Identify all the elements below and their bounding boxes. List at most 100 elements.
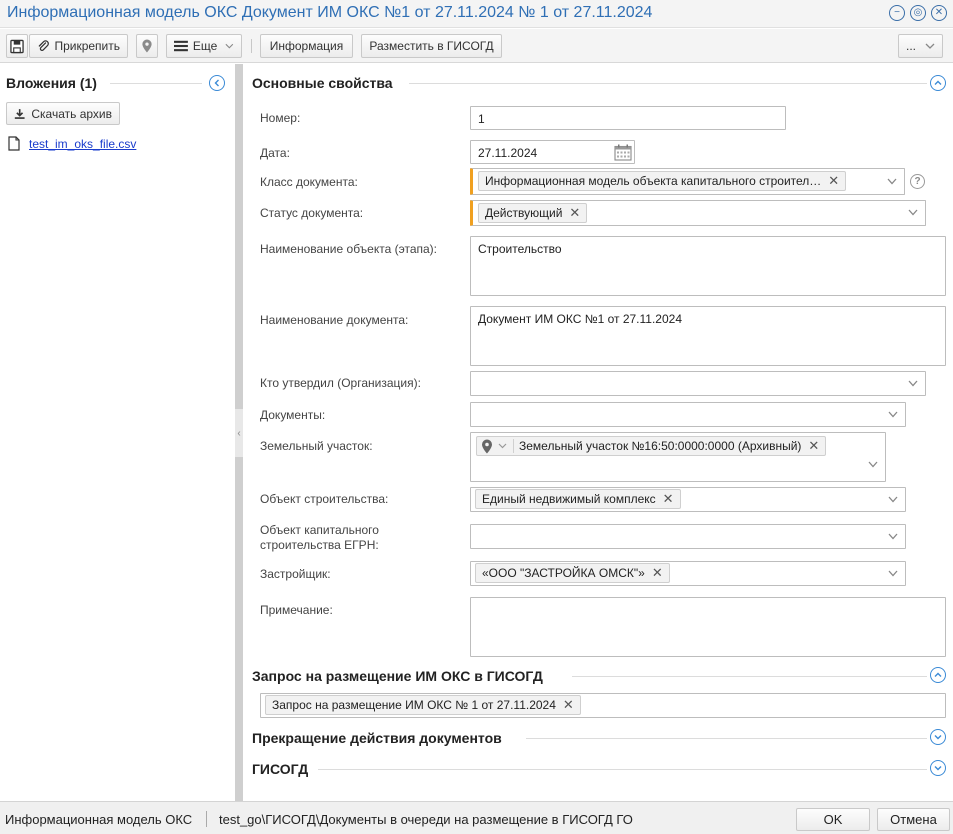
doc-status-value: Действующий [485, 206, 563, 220]
panel-splitter[interactable]: ‹ [235, 64, 243, 801]
restore-icon[interactable]: ◎ [910, 5, 926, 21]
map-pin-icon [142, 39, 152, 53]
section-divider [409, 83, 927, 84]
more-menu-button[interactable]: Еще [166, 34, 242, 58]
overflow-label: ... [906, 39, 917, 53]
chevron-down-icon[interactable] [888, 411, 898, 418]
note-textarea[interactable] [470, 597, 946, 657]
doc-class-tag: Информационная модель объекта капитально… [478, 171, 847, 191]
file-icon [8, 136, 20, 151]
documents-label: Документы: [260, 408, 326, 422]
remove-icon[interactable]: ✕ [808, 438, 819, 454]
close-icon[interactable]: ✕ [931, 5, 947, 21]
chevron-down-icon[interactable] [908, 380, 918, 387]
minimize-icon[interactable]: − [889, 5, 905, 21]
doc-status-tag: Действующий ✕ [478, 203, 588, 223]
developer-tag: «ООО "ЗАСТРОЙКА ОМСК"» ✕ [475, 563, 670, 583]
cancel-button[interactable]: Отмена [877, 808, 950, 831]
chevron-down-icon[interactable] [888, 570, 898, 577]
download-icon [14, 108, 25, 119]
land-plot-label: Земельный участок: [260, 439, 373, 453]
land-plot-tag: Земельный участок №16:50:0000:0000 (Архи… [476, 436, 827, 456]
attachment-link[interactable]: test_im_oks_file.csv [29, 137, 136, 151]
gisogd-section-title[interactable]: ГИСОГД [252, 761, 308, 777]
attachment-item[interactable]: test_im_oks_file.csv [8, 136, 136, 151]
collapse-panel-icon[interactable] [209, 75, 225, 91]
publish-gisogd-button[interactable]: Разместить в ГИСОГД [361, 34, 502, 58]
chevron-down-icon [925, 43, 935, 49]
calendar-icon[interactable] [614, 144, 632, 161]
date-label: Дата: [260, 146, 290, 160]
number-input[interactable]: 1 [470, 106, 786, 130]
doc-class-value: Информационная модель объекта капитально… [485, 174, 822, 188]
land-plot-select[interactable]: Земельный участок №16:50:0000:0000 (Архи… [470, 432, 886, 482]
developer-select[interactable]: «ООО "ЗАСТРОЙКА ОМСК"» ✕ [470, 561, 906, 586]
date-value: 27.11.2024 [478, 146, 538, 160]
chevron-down-icon[interactable] [888, 496, 898, 503]
status-path: test_go\ГИСОГД\Документы в очереди на ра… [219, 812, 633, 827]
expand-section-icon[interactable] [930, 760, 946, 776]
developer-value: «ООО "ЗАСТРОЙКА ОМСК"» [482, 566, 645, 580]
doc-name-value: Документ ИМ ОКС №1 от 27.11.2024 [478, 312, 682, 326]
note-label: Примечание: [260, 603, 333, 617]
section-divider [318, 769, 927, 770]
doc-class-label: Класс документа: [260, 175, 358, 189]
status-bar: Информационная модель ОКС test_go\ГИСОГД… [0, 801, 953, 834]
expand-section-icon[interactable] [930, 729, 946, 745]
section-main-title: Основные свойства [252, 75, 393, 91]
ok-button[interactable]: OK [796, 808, 870, 831]
more-label: Еще [192, 39, 218, 53]
save-button[interactable] [6, 34, 28, 58]
egrn-object-label: Объект капитального строительства ЕГРН: [260, 523, 379, 553]
egrn-object-label-line1: Объект капитального [260, 523, 379, 537]
information-button[interactable]: Информация [260, 34, 353, 58]
doc-status-select[interactable]: Действующий ✕ [470, 200, 926, 226]
remove-icon[interactable]: ✕ [563, 697, 574, 713]
chevron-down-icon[interactable] [908, 209, 918, 216]
location-button[interactable] [136, 34, 158, 58]
download-archive-button[interactable]: Скачать архив [6, 102, 120, 125]
land-plot-value: Земельный участок №16:50:0000:0000 (Архи… [513, 439, 801, 453]
attach-button[interactable]: Прикрепить [29, 34, 128, 58]
number-value: 1 [478, 112, 485, 126]
help-icon[interactable]: ? [910, 174, 925, 189]
toolbar: Прикрепить Еще Информация Разместить в Г… [0, 29, 953, 63]
doc-status-label: Статус документа: [260, 206, 364, 220]
attachments-divider [110, 83, 202, 84]
status-entity-type: Информационная модель ОКС [5, 812, 193, 827]
object-name-value: Строительство [478, 242, 562, 256]
chevron-down-icon[interactable] [498, 443, 507, 449]
splitter-grip-icon[interactable]: ‹ [235, 409, 243, 457]
chevron-down-icon[interactable] [888, 533, 898, 540]
object-name-label: Наименование объекта (этапа): [260, 242, 437, 256]
egrn-object-label-line2: строительства ЕГРН: [260, 538, 379, 552]
request-select[interactable]: Запрос на размещение ИМ ОКС № 1 от 27.11… [260, 693, 946, 718]
map-pin-icon[interactable] [481, 439, 493, 454]
chevron-down-icon[interactable] [887, 178, 897, 185]
status-divider [206, 811, 207, 827]
doc-name-textarea[interactable]: Документ ИМ ОКС №1 от 27.11.2024 [470, 306, 946, 366]
construction-object-select[interactable]: Единый недвижимый комплекс ✕ [470, 487, 906, 512]
window-title-bar: Информационная модель ОКС Документ ИМ ОК… [0, 0, 953, 28]
remove-icon[interactable]: ✕ [652, 565, 663, 581]
attachments-title: Вложения (1) [6, 75, 97, 91]
paperclip-icon [38, 40, 49, 51]
object-name-textarea[interactable]: Строительство [470, 236, 946, 296]
collapse-section-icon[interactable] [930, 75, 946, 91]
attach-label: Прикрепить [54, 39, 120, 53]
collapse-section-icon[interactable] [930, 667, 946, 683]
doc-class-select[interactable]: Информационная модель объекта капитально… [470, 168, 905, 195]
documents-select[interactable] [470, 402, 906, 427]
date-input[interactable]: 27.11.2024 [470, 140, 635, 164]
remove-icon[interactable]: ✕ [828, 173, 839, 189]
attachments-panel: Вложения (1) Скачать архив test_im_oks_f… [0, 64, 235, 801]
remove-icon[interactable]: ✕ [663, 491, 674, 507]
overflow-menu-button[interactable]: ... [898, 34, 943, 58]
approved-by-select[interactable] [470, 371, 926, 396]
termination-section-title[interactable]: Прекращение действия документов [252, 730, 502, 746]
number-label: Номер: [260, 111, 301, 125]
chevron-down-icon[interactable] [868, 461, 878, 468]
egrn-object-select[interactable] [470, 524, 906, 549]
window-title: Информационная модель ОКС Документ ИМ ОК… [7, 4, 653, 21]
remove-icon[interactable]: ✕ [569, 205, 580, 221]
